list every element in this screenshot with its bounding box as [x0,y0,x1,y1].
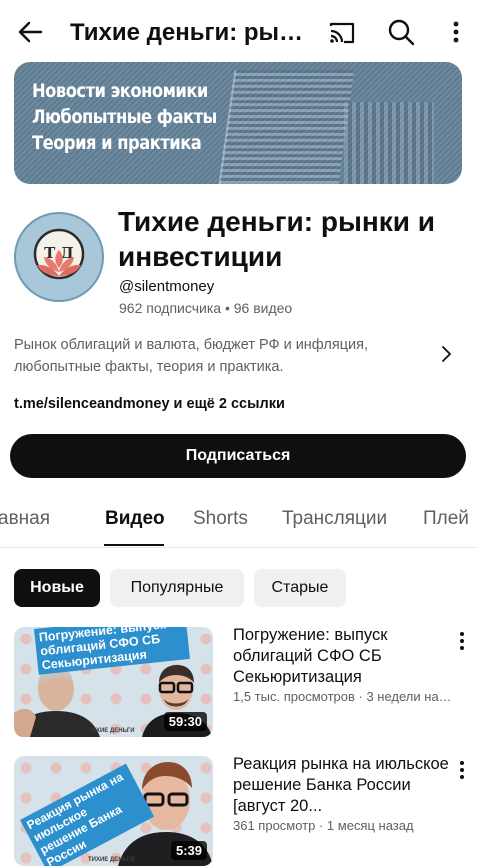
channel-stats: 962 подписчика • 96 видео [119,300,293,316]
subscribe-button[interactable]: Подписаться [10,434,466,478]
video-duration: 59:30 [163,712,207,731]
channel-banner: Новости экономики Любопытные факты Теори… [14,62,462,184]
video-item[interactable]: Погружение: выпуск облигаций СФО СБ Секь… [14,625,474,737]
video-thumbnail[interactable]: Погружение: выпуск облигаций СФО СБ Секь… [14,627,213,737]
more-vertical-icon[interactable] [444,16,468,48]
video-meta: 1,5 тыс. просмотров · 3 недели назад [233,689,455,704]
video-title[interactable]: Погружение: выпуск облигаций СФО СБ Секь… [233,625,453,688]
more-vertical-icon[interactable] [454,758,470,782]
channel-handle: @silentmoney [119,278,215,295]
channel-tabs: авная Видео Shorts Трансляции Плей [0,496,477,548]
channel-links[interactable]: t.me/silenceandmoney и ещё 2 ссылки [14,396,285,412]
top-app-bar: Тихие деньги: рын... [0,0,477,64]
video-duration: 5:39 [170,841,207,860]
channel-avatar[interactable]: Т Д [14,212,104,302]
channel-name: Тихие деньги: рынки и инвестиции [118,206,435,272]
tab-home[interactable]: авная [0,508,50,530]
video-meta: 361 просмотр · 1 месяц назад [233,818,414,833]
channel-description[interactable]: Рынок облигаций и валюта, бюджет РФ и ин… [14,334,414,378]
header-title: Тихие деньги: рын... [70,19,306,46]
thumbnail-brand: ТИХИЕ ДЕНЬГИ [88,728,135,734]
filter-chip-new[interactable]: Новые [14,569,100,607]
active-tab-indicator [104,544,164,546]
video-title[interactable]: Реакция рынка на июльское решение Банка … [233,754,453,817]
video-thumbnail[interactable]: Реакция рынка на июльское решение Банка … [14,756,213,866]
tab-playlists[interactable]: Плей [423,508,469,530]
filter-chip-old[interactable]: Старые [254,569,346,607]
banner-line: Новости экономики [32,80,208,102]
filter-chip-popular[interactable]: Популярные [110,569,244,607]
video-item[interactable]: Реакция рынка на июльское решение Банка … [14,754,474,866]
chevron-right-icon[interactable] [436,342,456,366]
tab-videos[interactable]: Видео [105,508,165,530]
tab-shorts[interactable]: Shorts [193,508,248,530]
search-icon[interactable] [385,16,417,48]
tab-live[interactable]: Трансляции [282,508,387,530]
banner-building-graphic [344,102,434,184]
banner-line: Любопытные факты [32,106,217,128]
banner-building-graphic [213,70,355,184]
back-arrow-icon[interactable] [14,16,46,48]
thumbnail-brand: ТИХИЕ ДЕНЬГИ [88,857,135,863]
banner-line: Теория и практика [32,132,202,154]
lotus-logo-icon: Т Д [33,228,85,280]
cast-icon[interactable] [326,17,358,49]
more-vertical-icon[interactable] [454,629,470,653]
